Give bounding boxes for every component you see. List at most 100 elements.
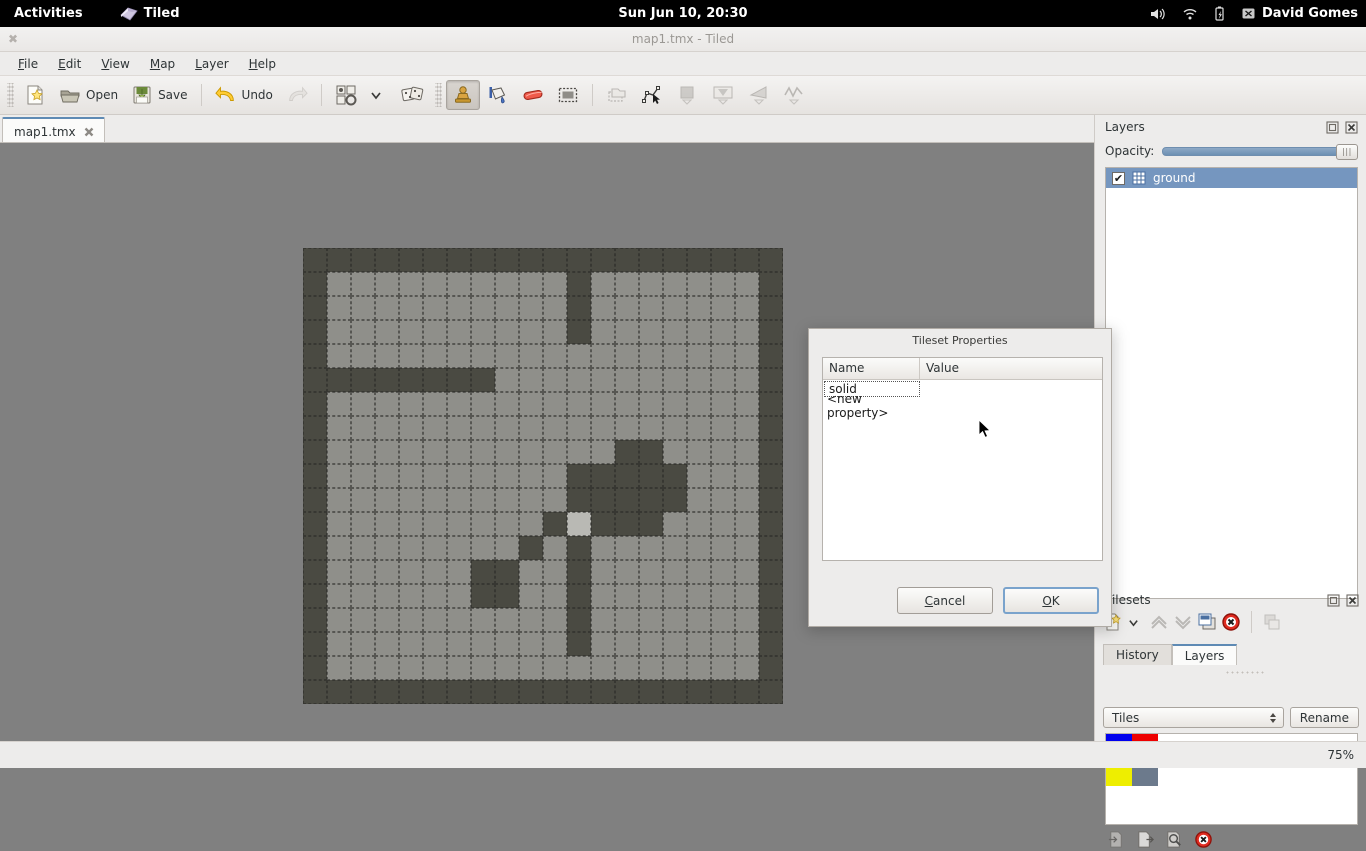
map-tile[interactable] (615, 320, 639, 344)
map-tile[interactable] (375, 488, 399, 512)
map-tile[interactable] (567, 344, 591, 368)
map-tile[interactable] (471, 584, 495, 608)
map-tile[interactable] (591, 536, 615, 560)
map-tile[interactable] (735, 512, 759, 536)
map-tile[interactable] (375, 248, 399, 272)
map-tile[interactable] (447, 440, 471, 464)
map-tile[interactable] (615, 512, 639, 536)
map-tile[interactable] (423, 368, 447, 392)
map-tile[interactable] (543, 248, 567, 272)
map-tile[interactable] (495, 488, 519, 512)
map-tile[interactable] (543, 440, 567, 464)
menu-layer[interactable]: Layer (185, 54, 238, 74)
map-tile[interactable] (375, 608, 399, 632)
map-tile[interactable] (399, 584, 423, 608)
map-tile[interactable] (327, 440, 351, 464)
map-tile[interactable] (423, 656, 447, 680)
map-tile[interactable] (567, 512, 591, 536)
map-tile[interactable] (663, 608, 687, 632)
map-tile[interactable] (471, 368, 495, 392)
map-tile[interactable] (447, 656, 471, 680)
map-tile[interactable] (543, 536, 567, 560)
layer-visibility-checkbox[interactable]: ✔ (1112, 171, 1125, 185)
map-tile[interactable] (423, 536, 447, 560)
map-tile[interactable] (759, 248, 783, 272)
map-tile[interactable] (735, 656, 759, 680)
map-tile[interactable] (639, 488, 663, 512)
map-tile[interactable] (495, 560, 519, 584)
map-tile[interactable] (735, 320, 759, 344)
map-tile[interactable] (711, 560, 735, 584)
map-tile[interactable] (615, 656, 639, 680)
map-tile[interactable] (375, 296, 399, 320)
map-tile[interactable] (639, 368, 663, 392)
map-tile[interactable] (495, 536, 519, 560)
map-tile[interactable] (639, 296, 663, 320)
map-tile[interactable] (447, 416, 471, 440)
map-tile[interactable] (735, 680, 759, 704)
map-tile[interactable] (591, 560, 615, 584)
map-tile[interactable] (495, 296, 519, 320)
map-tile[interactable] (399, 488, 423, 512)
map-tile[interactable] (327, 584, 351, 608)
map-tile[interactable] (759, 344, 783, 368)
map-tile[interactable] (327, 608, 351, 632)
map-tile[interactable] (351, 632, 375, 656)
map-tile[interactable] (663, 512, 687, 536)
open-button[interactable]: Open (53, 80, 124, 110)
map-tile[interactable] (327, 680, 351, 704)
map-tile[interactable] (735, 296, 759, 320)
map-tile[interactable] (639, 272, 663, 296)
map-tile[interactable] (447, 560, 471, 584)
map-tile[interactable] (759, 296, 783, 320)
map-tile[interactable] (687, 536, 711, 560)
new-property-placeholder[interactable]: <new property> (823, 392, 920, 420)
map-tile[interactable] (399, 608, 423, 632)
map-tile[interactable] (423, 464, 447, 488)
map-tile[interactable] (447, 512, 471, 536)
map-tile[interactable] (591, 512, 615, 536)
map-tile[interactable] (423, 512, 447, 536)
map-tile[interactable] (615, 440, 639, 464)
map-tile[interactable] (639, 344, 663, 368)
tileset-properties-icon[interactable] (1165, 830, 1184, 849)
map-tile[interactable] (711, 296, 735, 320)
map-tile[interactable] (519, 656, 543, 680)
map-tile[interactable] (615, 584, 639, 608)
map-tile[interactable] (423, 608, 447, 632)
map-tile[interactable] (759, 560, 783, 584)
map-tile[interactable] (687, 680, 711, 704)
map-tile[interactable] (711, 416, 735, 440)
map-tile[interactable] (711, 488, 735, 512)
map-tile[interactable] (543, 368, 567, 392)
map-tile[interactable] (759, 488, 783, 512)
map-tile[interactable] (663, 488, 687, 512)
map-tile[interactable] (567, 368, 591, 392)
map-tile[interactable] (303, 320, 327, 344)
map-tile[interactable] (495, 512, 519, 536)
map-tile[interactable] (495, 584, 519, 608)
map-tile[interactable] (567, 248, 591, 272)
map-tile[interactable] (663, 368, 687, 392)
map-tile[interactable] (447, 296, 471, 320)
map-tile[interactable] (759, 536, 783, 560)
map-tile[interactable] (639, 440, 663, 464)
map-tile[interactable] (687, 296, 711, 320)
map-tile[interactable] (327, 296, 351, 320)
map-tile[interactable] (711, 248, 735, 272)
close-icon[interactable] (83, 126, 95, 138)
map-tile[interactable] (639, 560, 663, 584)
map-tile[interactable] (687, 512, 711, 536)
map-tile[interactable] (591, 416, 615, 440)
map-tile[interactable] (327, 416, 351, 440)
map-tile[interactable] (375, 656, 399, 680)
map-tile[interactable] (399, 536, 423, 560)
map-tile[interactable] (399, 680, 423, 704)
map-tile[interactable] (471, 416, 495, 440)
map-tile[interactable] (399, 656, 423, 680)
map-tile[interactable] (423, 488, 447, 512)
map-tile[interactable] (735, 464, 759, 488)
map-tile[interactable] (711, 320, 735, 344)
map-tile[interactable] (399, 632, 423, 656)
map-tile[interactable] (447, 584, 471, 608)
